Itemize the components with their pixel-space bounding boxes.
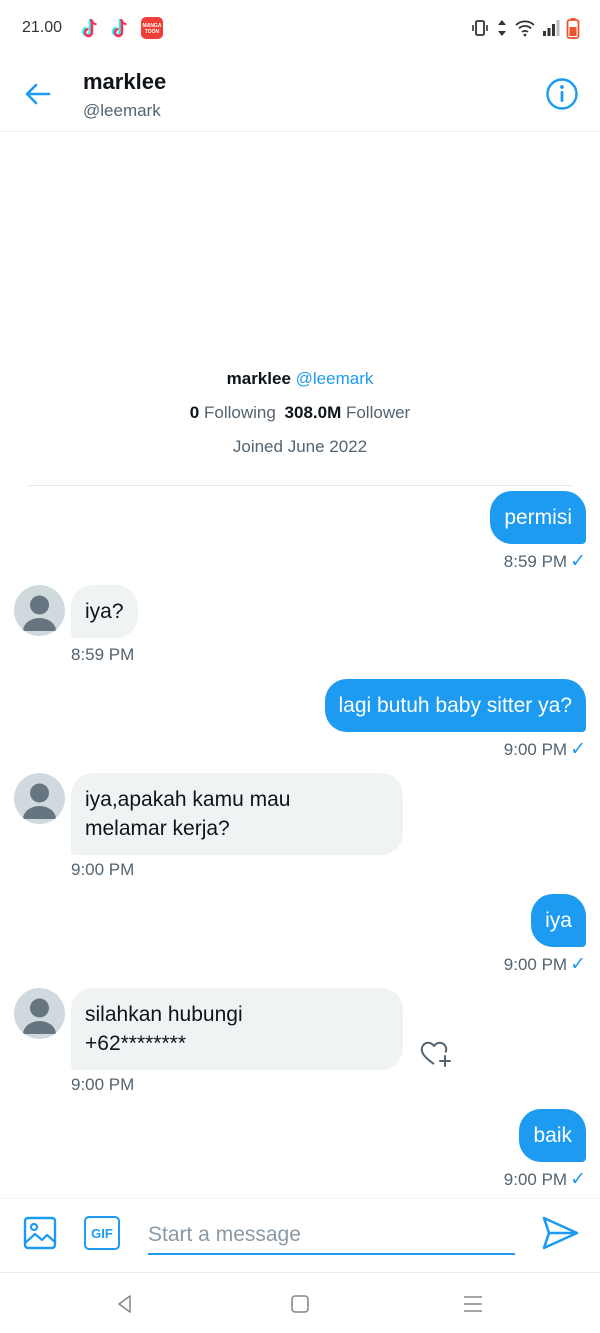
nav-home-icon[interactable]	[289, 1293, 311, 1315]
gif-button[interactable]: GIF	[84, 1216, 120, 1250]
message-input[interactable]	[148, 1217, 515, 1255]
default-avatar-icon	[23, 783, 56, 819]
tiktok-icon	[111, 18, 127, 38]
default-avatar-icon	[23, 998, 56, 1034]
data-arrows-icon	[498, 20, 506, 36]
follower-count: 308.0M	[284, 403, 342, 422]
following-count: 0	[189, 403, 200, 422]
battery-icon	[566, 18, 580, 39]
message-timestamp: 9:00 PM	[71, 1075, 135, 1094]
avatar[interactable]	[14, 773, 65, 824]
following-label: Following	[203, 403, 276, 422]
read-check-icon: ✓	[570, 954, 586, 975]
default-avatar-icon	[23, 595, 56, 631]
message-timestamp: 8:59 PM	[71, 645, 135, 664]
svg-text:TOON: TOON	[145, 29, 160, 35]
avatar[interactable]	[14, 585, 65, 636]
nav-menu-icon[interactable]	[462, 1293, 484, 1315]
profile-summary: marklee @leemark 0 Following 308.0M Foll…	[0, 366, 600, 460]
read-check-icon: ✓	[570, 551, 586, 572]
info-icon[interactable]	[544, 76, 580, 112]
send-icon[interactable]	[540, 1213, 580, 1253]
status-time: 21.00	[22, 19, 63, 36]
wifi-icon	[515, 20, 535, 37]
conversation-header: marklee @leemark	[0, 56, 600, 132]
nav-back-icon[interactable]	[114, 1293, 136, 1315]
message-timestamp: 9:00 PM ✓	[503, 954, 586, 975]
message-bubble-received[interactable]: silahkan hubungi +62********	[71, 988, 403, 1070]
status-indicators	[470, 16, 580, 40]
read-check-icon: ✓	[570, 1169, 586, 1190]
profile-handle[interactable]: @leemark	[296, 369, 374, 388]
message-bubble-sent[interactable]: baik	[519, 1109, 586, 1162]
add-reaction-heart-icon[interactable]	[418, 1037, 454, 1069]
message-bubble-sent[interactable]: iya	[531, 894, 586, 947]
tiktok-icon	[81, 18, 97, 38]
avatar[interactable]	[14, 988, 65, 1039]
profile-name[interactable]: marklee	[227, 369, 291, 388]
system-navigation-bar	[0, 1272, 600, 1333]
status-bar: 21.00 MANGA TOON	[0, 0, 600, 56]
message-timestamp: 9:00 PM	[71, 860, 135, 879]
message-timestamp: 9:00 PM ✓	[503, 1169, 586, 1190]
signal-icon	[543, 20, 560, 36]
message-timestamp: 9:00 PM ✓	[503, 739, 586, 760]
image-icon[interactable]	[22, 1215, 58, 1251]
back-arrow-icon[interactable]	[20, 76, 56, 112]
message-bubble-received[interactable]: iya?	[71, 585, 138, 638]
read-check-icon: ✓	[570, 739, 586, 760]
message-bubble-received[interactable]: iya,apakah kamu mau melamar kerja?	[71, 773, 403, 855]
message-composer: GIF	[0, 1198, 600, 1272]
mangatoon-icon: MANGA TOON	[141, 17, 163, 39]
follower-label: Follower	[345, 403, 411, 422]
conversation-name[interactable]: marklee	[83, 69, 166, 95]
message-bubble-sent[interactable]: permisi	[490, 491, 586, 544]
divider	[28, 485, 572, 486]
vibrate-icon	[472, 20, 488, 36]
message-timestamp: 8:59 PM ✓	[503, 551, 586, 572]
joined-date: Joined June 2022	[232, 437, 368, 456]
message-bubble-sent[interactable]: lagi butuh baby sitter ya?	[324, 679, 586, 732]
conversation-handle[interactable]: @leemark	[83, 101, 161, 121]
